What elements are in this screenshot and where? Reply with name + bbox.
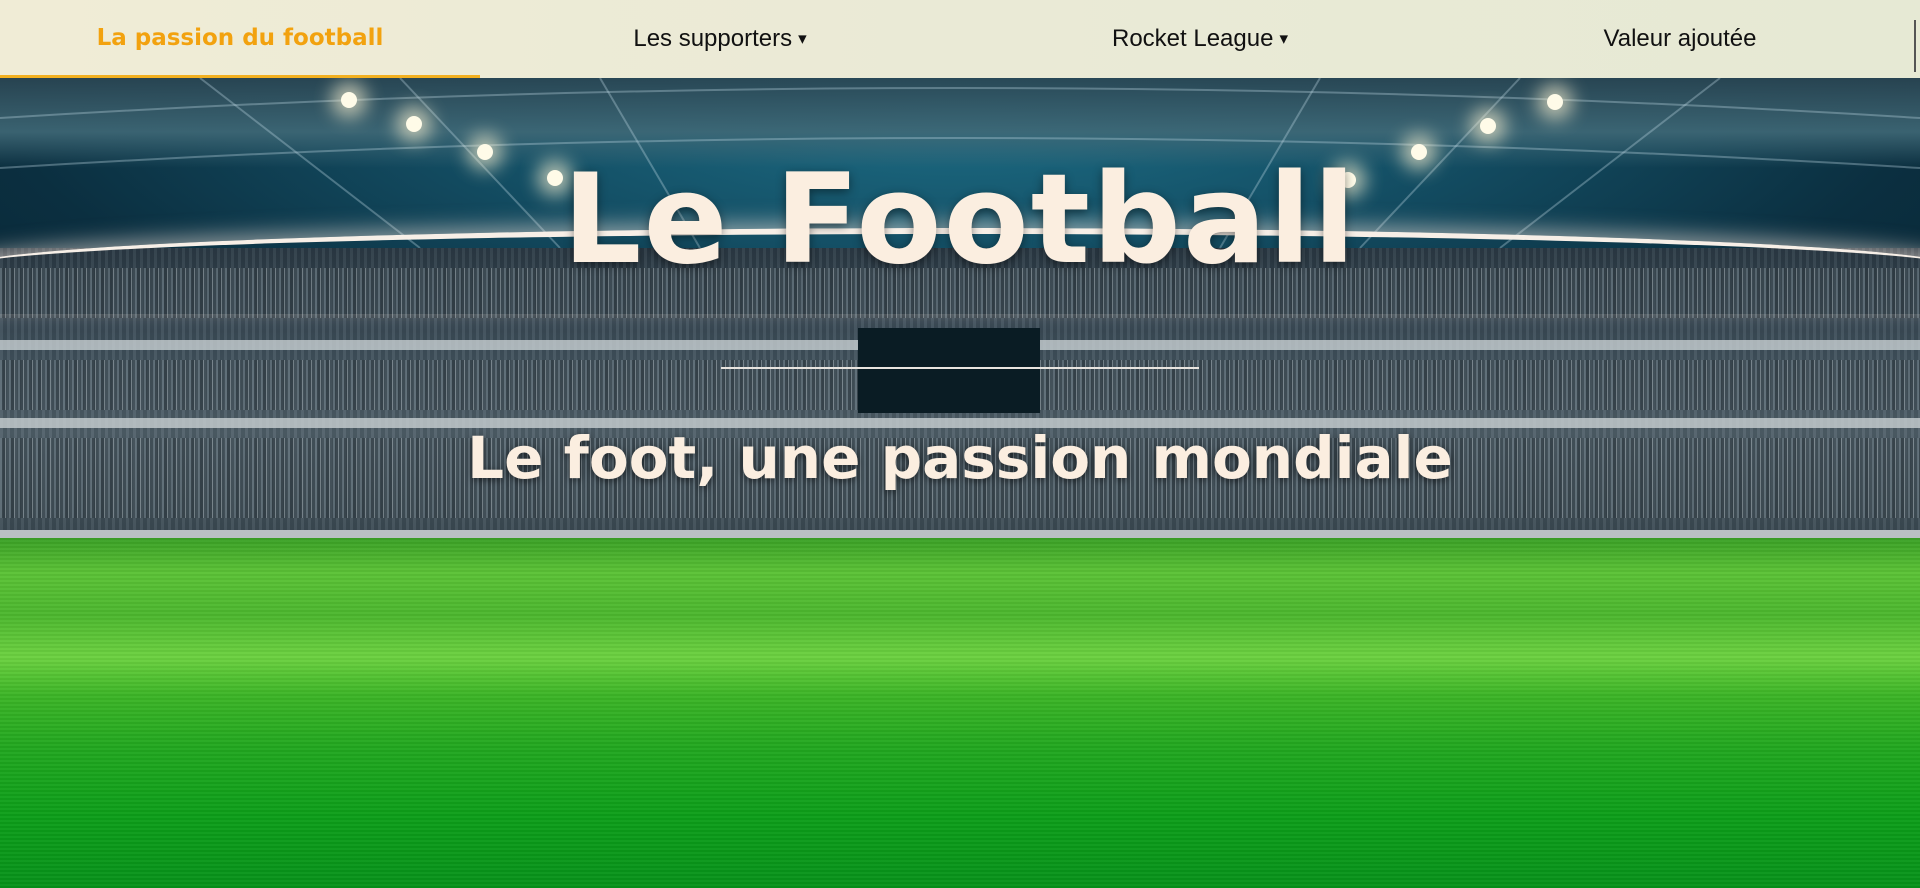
hero-banner: Le Football Le foot, une passion mondial… (0, 78, 1920, 888)
nav-item-rocket-league-label: Rocket League (1112, 25, 1274, 52)
chevron-down-icon: ▾ (1279, 29, 1288, 48)
title-divider (721, 367, 1199, 369)
nav-item-passion-label: La passion du football (96, 24, 384, 51)
floodlight (1547, 94, 1563, 110)
scoreboard (858, 328, 1040, 413)
nav-item-rocket-league-dropdown[interactable]: Rocket League ▾ (960, 0, 1440, 78)
nav-item-supporters-dropdown[interactable]: Les supporters ▾ (480, 0, 960, 78)
floodlight (406, 116, 422, 132)
scrollbar-edge (1914, 20, 1916, 72)
nav-item-valeur-ajoutee-label: Valeur ajoutée (1603, 25, 1757, 52)
main-navigation: La passion du football Les supporters ▾ … (0, 0, 1920, 78)
grass-texture (0, 538, 1920, 888)
nav-item-valeur-ajoutee[interactable]: Valeur ajoutée (1440, 0, 1920, 78)
hero-title: Le Football (562, 148, 1358, 292)
nav-item-passion[interactable]: La passion du football (0, 0, 480, 78)
chevron-down-icon: ▾ (798, 29, 807, 48)
pitch-boards (0, 530, 1920, 538)
hero-subtitle: Le foot, une passion mondiale (467, 424, 1453, 492)
floodlight (1480, 118, 1496, 134)
floodlight (341, 92, 357, 108)
nav-item-supporters-label: Les supporters (633, 25, 793, 52)
